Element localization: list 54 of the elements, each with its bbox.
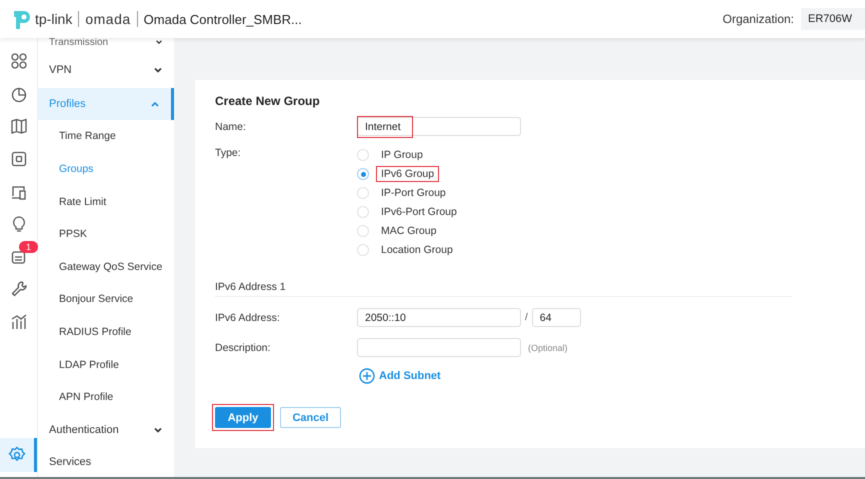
menu-item[interactable]: VPN: [38, 54, 174, 87]
slash-separator: /: [525, 312, 528, 323]
submenu-item[interactable]: Time Range: [38, 120, 174, 153]
radio-button[interactable]: [357, 244, 369, 256]
statistics-icon: [10, 313, 28, 332]
radio-button[interactable]: [357, 168, 369, 180]
dashboard-icon: [10, 52, 28, 70]
field-label: Name:: [215, 120, 247, 132]
submenu-item[interactable]: LDAP Profile: [38, 348, 174, 381]
plus-circle-icon: [359, 368, 375, 384]
description-field[interactable]: [357, 338, 521, 357]
submenu-item[interactable]: APN Profile: [38, 380, 174, 414]
chevron-icon: [153, 65, 163, 76]
prefix-field[interactable]: 64: [532, 308, 581, 327]
rail-button[interactable]: 1: [0, 240, 37, 274]
option-label[interactable]: Location Group: [376, 242, 458, 258]
name-field[interactable]: Internet: [357, 117, 521, 136]
form-title: Create New Group: [215, 94, 321, 108]
radio-button[interactable]: [357, 187, 369, 199]
radio-button[interactable]: [357, 225, 369, 237]
address-field[interactable]: 2050::10: [357, 308, 521, 327]
radio-button[interactable]: [357, 149, 369, 161]
submenu-item[interactable]: Bonjour Service: [38, 283, 174, 316]
field-label: IPv6 Address:: [215, 312, 281, 324]
option-label[interactable]: IP-Port Group: [376, 185, 451, 201]
highlight-frame: [357, 116, 413, 138]
submenu-item[interactable]: Gateway QoS Service: [38, 250, 174, 284]
submenu-item[interactable]: RADIUS Profile: [38, 316, 174, 348]
organization-select[interactable]: ER706W: [801, 8, 865, 30]
device-icon: [10, 150, 28, 168]
radio-button[interactable]: [357, 206, 369, 218]
optional-hint: (Optional): [528, 342, 568, 352]
rail-button[interactable]: [0, 438, 37, 472]
submenu-item[interactable]: PPSK: [38, 218, 174, 251]
field-label: Description:: [215, 342, 272, 354]
menu-item[interactable]: Authentication: [38, 414, 174, 446]
wrench-icon: [10, 280, 28, 298]
submenu-item[interactable]: Rate Limit: [38, 185, 174, 218]
controller-title: Omada Controller_SMBR...: [144, 12, 302, 26]
option-label[interactable]: IP Group: [376, 147, 428, 163]
option-label[interactable]: MAC Group: [376, 223, 442, 239]
option-label[interactable]: IPv6 Group: [376, 166, 440, 182]
menu-item[interactable]: Transmission: [38, 38, 174, 54]
brand-name: tp-link: [35, 11, 72, 27]
menu-item[interactable]: Services: [38, 446, 174, 477]
map-icon: [10, 117, 28, 136]
notification-badge: 1: [19, 240, 38, 253]
organization-label: Organization:: [722, 12, 794, 26]
settings-icon: [8, 446, 26, 464]
section-title: IPv6 Address 1: [215, 281, 792, 297]
product-name: omada: [85, 11, 131, 27]
field-label: Type:: [215, 147, 242, 159]
option-label[interactable]: IPv6-Port Group: [376, 204, 462, 220]
chevron-icon: [155, 38, 163, 46]
